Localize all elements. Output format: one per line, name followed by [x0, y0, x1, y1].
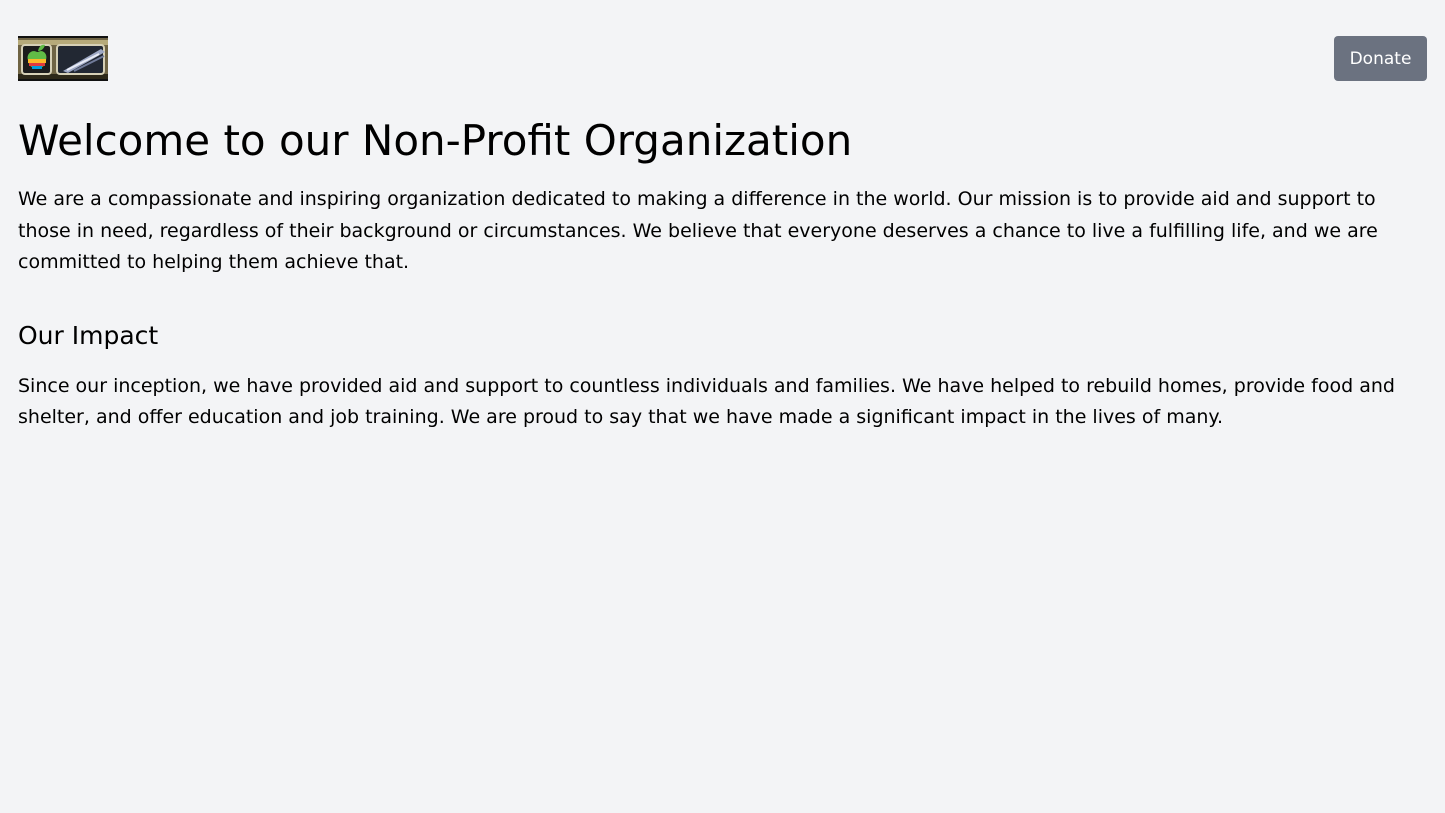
impact-paragraph: Since our inception, we have provided ai…	[18, 374, 1395, 429]
intro-paragraph: We are a compassionate and inspiring org…	[18, 188, 1378, 273]
impact-heading: Our Impact	[18, 320, 159, 350]
apple-logo[interactable]	[18, 36, 108, 81]
site-header: Donate	[18, 36, 1427, 81]
donate-button[interactable]: Donate	[1334, 36, 1427, 81]
page: Donate Welcome to our Non-Profit Organiz…	[0, 0, 1445, 813]
page-title: Welcome to our Non-Profit Organization	[18, 116, 853, 165]
main-content: Welcome to our Non-Profit Organization W…	[18, 115, 1427, 434]
